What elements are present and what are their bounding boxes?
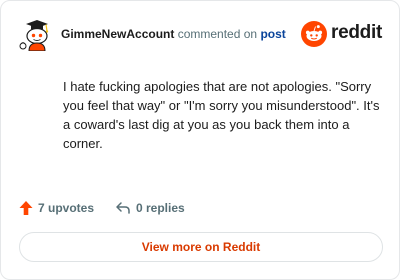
reddit-logo-icon [301, 21, 327, 47]
username-link[interactable]: GimmeNewAccount [61, 27, 174, 41]
reply-count: 0 replies [136, 201, 185, 215]
reply-button[interactable]: 0 replies [115, 198, 185, 218]
commented-on-label: commented on [177, 27, 258, 41]
snoo-avatar-icon[interactable] [17, 17, 51, 52]
comment-meta: GimmeNewAccount commented on post [61, 27, 286, 41]
comment-body: I hate fucking apologies that are not ap… [63, 79, 380, 151]
reply-arrow-icon [116, 202, 130, 214]
upvote-arrow-icon [19, 201, 33, 215]
post-link[interactable]: post [260, 27, 285, 41]
comment-header: GimmeNewAccount commented on post reddit [17, 17, 383, 52]
reddit-wordmark: reddit [331, 22, 382, 43]
upvote-count: 7 upvotes [38, 201, 95, 215]
embedded-comment-card: GimmeNewAccount commented on post reddit… [0, 0, 400, 280]
view-more-button[interactable]: View more on Reddit [19, 232, 383, 262]
upvote-button[interactable]: 7 upvotes [19, 198, 94, 218]
reddit-logo[interactable]: reddit [301, 20, 382, 48]
comment-actions: 7 upvotes 0 replies [19, 198, 381, 218]
